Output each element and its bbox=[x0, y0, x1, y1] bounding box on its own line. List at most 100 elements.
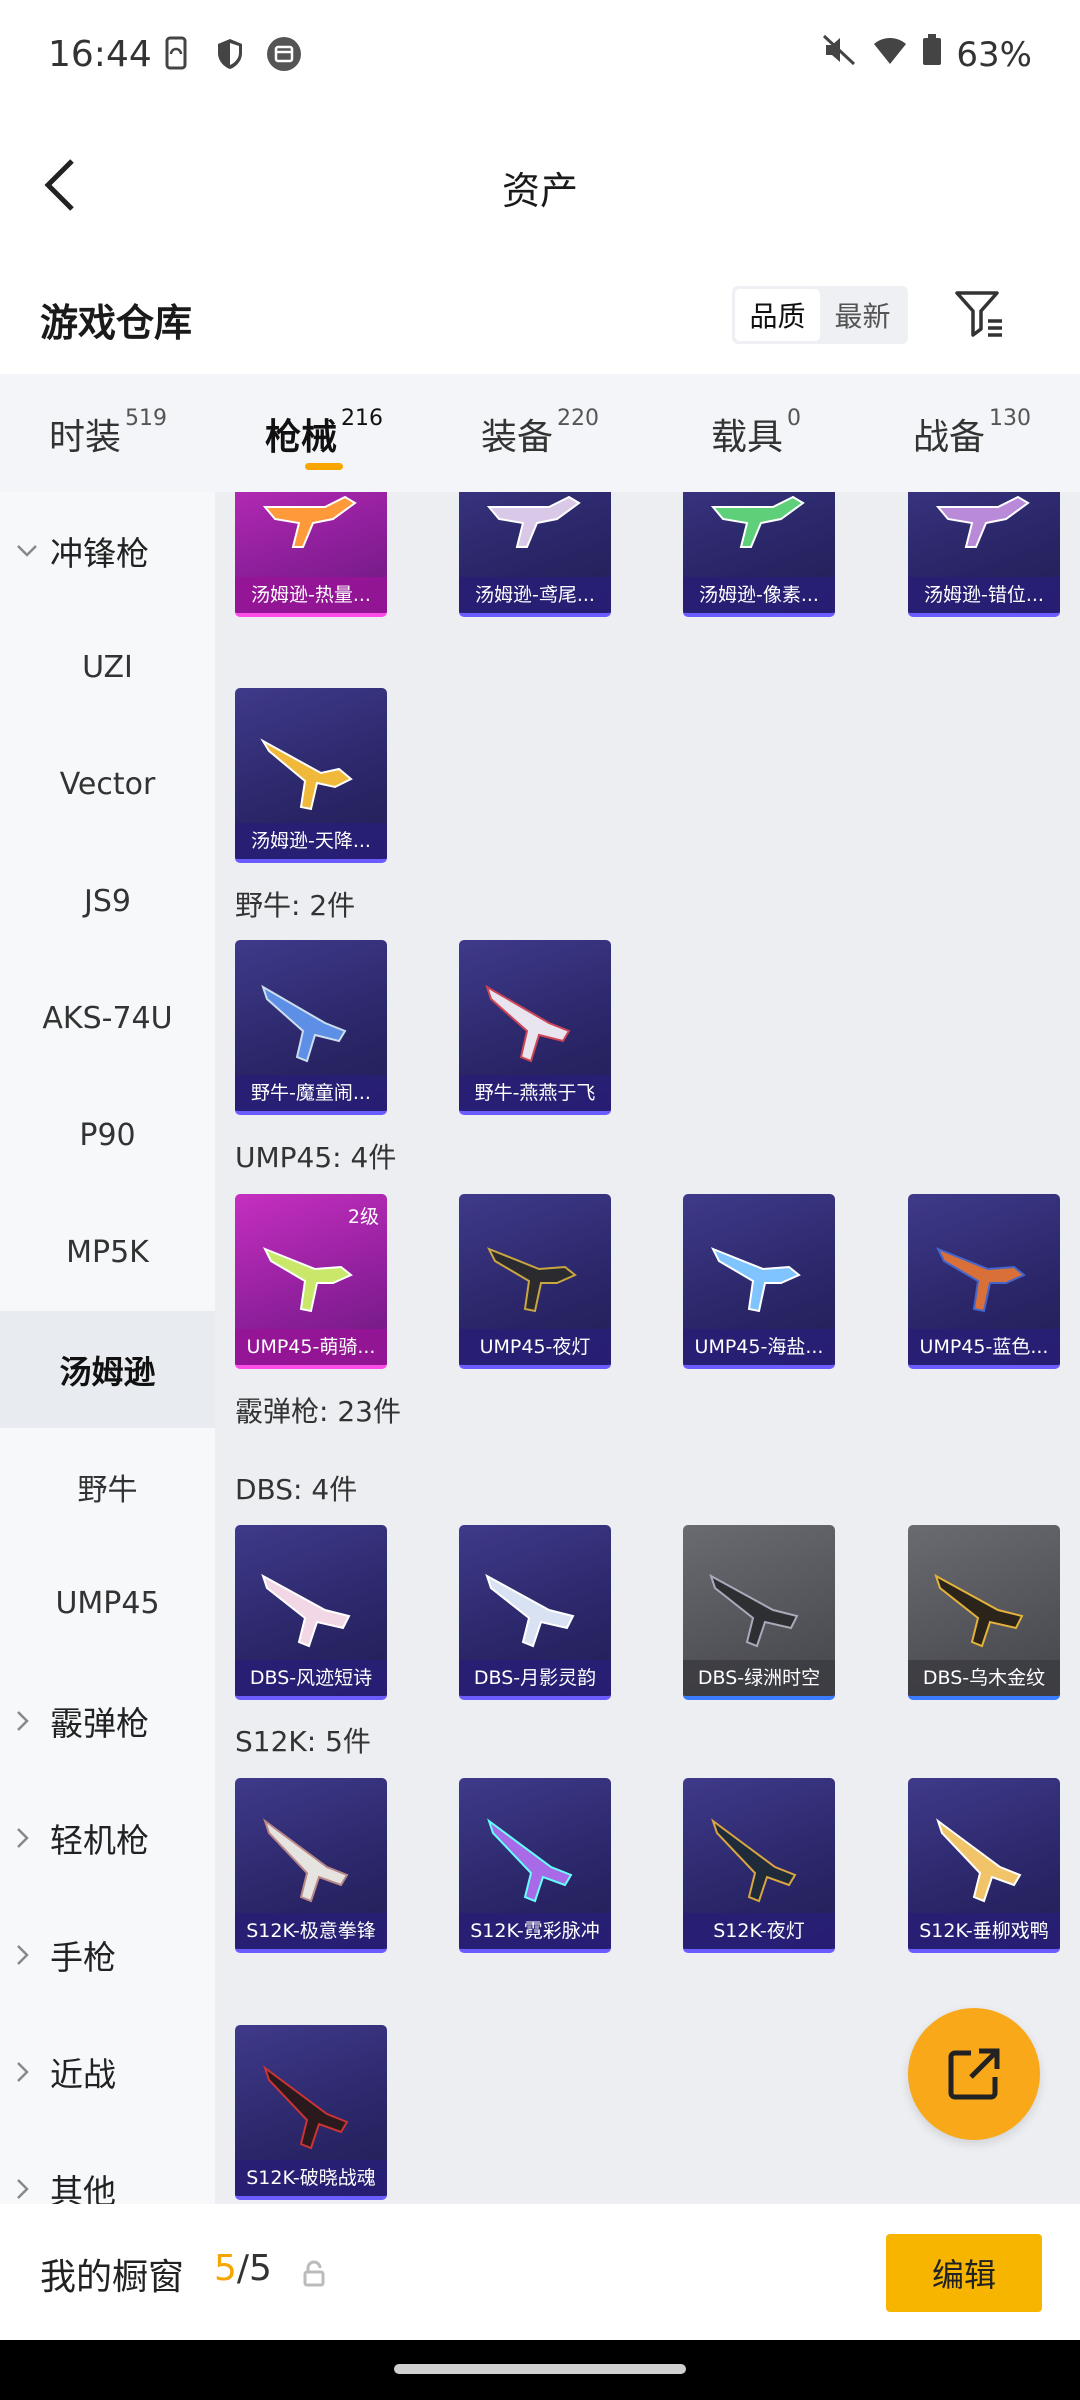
weapon-card[interactable]: DBS-绿洲时空 bbox=[683, 1525, 835, 1700]
sidebar-group-smg[interactable]: 冲锋枪 bbox=[0, 492, 215, 609]
weapon-card[interactable]: S12K-破晓战魂 bbox=[235, 2025, 387, 2200]
tab-count: 0 bbox=[787, 406, 801, 431]
external-link-icon bbox=[948, 2048, 1000, 2100]
chevron-right-icon bbox=[16, 2178, 46, 2200]
section-header-s12k: S12K: 5件 bbox=[235, 1725, 371, 1758]
sidebar-item-js9[interactable]: JS9 bbox=[0, 843, 215, 960]
weapon-skin-icon bbox=[486, 1247, 577, 1313]
sort-toggle: 品质 最新 bbox=[732, 286, 908, 344]
tab-equipment[interactable]: 装备 220 bbox=[432, 374, 648, 492]
tab-count: 216 bbox=[341, 406, 383, 431]
weapon-card[interactable]: 汤姆逊-错位... bbox=[908, 492, 1060, 617]
sort-latest-button[interactable]: 最新 bbox=[820, 289, 905, 341]
tab-count: 519 bbox=[125, 406, 167, 431]
weapon-card-label: UMP45-海盐... bbox=[683, 1329, 835, 1365]
wifi-icon bbox=[872, 35, 908, 75]
sidebar-item-label: 其他 bbox=[50, 2171, 116, 2205]
weapon-card[interactable]: 野牛-燕燕于飞 bbox=[459, 940, 611, 1115]
weapon-card[interactable]: 2级 UMP45-萌骑... bbox=[235, 1194, 387, 1369]
sidebar-item-uzi[interactable]: UZI bbox=[0, 609, 215, 726]
sidebar-item-thompson[interactable]: 汤姆逊 bbox=[0, 1311, 215, 1428]
sidebar-item-aks74u[interactable]: AKS-74U bbox=[0, 960, 215, 1077]
weapon-card-label: S12K-霓彩脉冲 bbox=[459, 1913, 611, 1949]
tab-label: 枪械 bbox=[264, 417, 337, 458]
status-bar: 16:44 63% bbox=[0, 0, 1080, 110]
sidebar-item-vector[interactable]: Vector bbox=[0, 726, 215, 843]
sort-quality-button[interactable]: 品质 bbox=[735, 289, 820, 341]
weapon-card-label: DBS-绿洲时空 bbox=[683, 1660, 835, 1696]
showcase-count-current: 5 bbox=[214, 2248, 237, 2289]
sidebar-item-bison[interactable]: 野牛 bbox=[0, 1428, 215, 1545]
section-header-shotgun: 霰弹枪: 23件 bbox=[235, 1395, 401, 1428]
category-tabs: 时装 519 枪械 216 装备 220 载具 0 战备 130 bbox=[0, 374, 1080, 492]
weapon-card[interactable]: UMP45-蓝色... bbox=[908, 1194, 1060, 1369]
weapon-card-label: S12K-极意拳锋 bbox=[235, 1913, 387, 1949]
showcase-bar: 我的橱窗 5/5 编辑 bbox=[0, 2204, 1080, 2340]
tab-count: 130 bbox=[989, 406, 1031, 431]
sidebar-item-label: 近战 bbox=[50, 2054, 116, 2094]
weapon-card[interactable]: UMP45-夜灯 bbox=[459, 1194, 611, 1369]
weapon-skin-icon bbox=[710, 1247, 801, 1313]
weapon-skin-icon bbox=[261, 984, 347, 1063]
weapon-card[interactable]: S12K-极意拳锋 bbox=[235, 1778, 387, 1953]
chevron-right-icon bbox=[16, 1710, 46, 1732]
system-nav-bar bbox=[0, 2340, 1080, 2400]
weapon-card-label: UMP45-夜灯 bbox=[459, 1329, 611, 1365]
status-icons bbox=[158, 36, 302, 72]
sidebar-group-melee[interactable]: 近战 bbox=[0, 2013, 215, 2130]
weapon-card[interactable]: DBS-风迹短诗 bbox=[235, 1525, 387, 1700]
weapon-card[interactable]: 野牛-魔童闹... bbox=[235, 940, 387, 1115]
sidebar-item-p90[interactable]: P90 bbox=[0, 1077, 215, 1194]
weapon-card-label: DBS-乌木金纹 bbox=[908, 1660, 1060, 1696]
chevron-right-icon bbox=[16, 1944, 46, 1966]
sidebar-group-other[interactable]: 其他 bbox=[0, 2130, 215, 2204]
phone-sync-icon bbox=[158, 36, 194, 72]
weapon-card-label: 汤姆逊-天降... bbox=[235, 823, 387, 859]
weapon-card[interactable]: S12K-霓彩脉冲 bbox=[459, 1778, 611, 1953]
weapon-skin-icon bbox=[935, 1247, 1026, 1313]
weapon-card[interactable]: 汤姆逊-像素... bbox=[683, 492, 835, 617]
mute-icon bbox=[822, 34, 858, 75]
tab-vehicles[interactable]: 载具 0 bbox=[648, 374, 864, 492]
weapon-skin-icon bbox=[263, 2065, 349, 2150]
weapon-card[interactable]: 汤姆逊-天降... bbox=[235, 688, 387, 863]
sidebar-group-shotgun[interactable]: 霰弹枪 bbox=[0, 1662, 215, 1779]
weapon-skin-icon bbox=[485, 1573, 575, 1648]
calendar-icon bbox=[266, 36, 302, 72]
sidebar-item-label: 冲锋枪 bbox=[50, 533, 149, 573]
showcase-title: 我的橱窗 bbox=[40, 2257, 185, 2298]
share-fab[interactable] bbox=[908, 2008, 1040, 2140]
sidebar-item-ump45[interactable]: UMP45 bbox=[0, 1545, 215, 1662]
home-gesture-handle[interactable] bbox=[394, 2364, 686, 2374]
tab-label: 装备 bbox=[480, 417, 553, 458]
edit-button[interactable]: 编辑 bbox=[886, 2234, 1042, 2312]
app-header: 资产 bbox=[0, 110, 1080, 260]
status-time: 16:44 bbox=[48, 34, 152, 75]
tab-fashion[interactable]: 时装 519 bbox=[0, 374, 216, 492]
weapon-card-label: DBS-风迹短诗 bbox=[235, 1660, 387, 1696]
weapon-card[interactable]: UMP45-海盐... bbox=[683, 1194, 835, 1369]
weapon-skin-icon bbox=[711, 1818, 797, 1903]
weapon-card[interactable]: S12K-垂柳戏鸭 bbox=[908, 1778, 1060, 1953]
sidebar-item-label: 轻机枪 bbox=[50, 1820, 149, 1860]
weapon-card[interactable]: 汤姆逊-鸢尾... bbox=[459, 492, 611, 617]
weapon-card[interactable]: 汤姆逊-热量... bbox=[235, 492, 387, 617]
weapon-skin-icon bbox=[485, 984, 571, 1063]
weapon-card-label: S12K-垂柳戏鸭 bbox=[908, 1913, 1060, 1949]
showcase-count-total: /5 bbox=[236, 2248, 272, 2289]
weapon-skin-icon bbox=[934, 1573, 1024, 1648]
tab-supplies[interactable]: 战备 130 bbox=[864, 374, 1080, 492]
sidebar-group-lmg[interactable]: 轻机枪 bbox=[0, 1779, 215, 1896]
sidebar-item-mp5k[interactable]: MP5K bbox=[0, 1194, 215, 1311]
sidebar-group-pistol[interactable]: 手枪 bbox=[0, 1896, 215, 2013]
filter-button[interactable] bbox=[950, 284, 1010, 344]
tab-firearms[interactable]: 枪械 216 bbox=[216, 374, 432, 492]
weapon-card[interactable]: S12K-夜灯 bbox=[683, 1778, 835, 1953]
weapon-card[interactable]: DBS-乌木金纹 bbox=[908, 1525, 1060, 1700]
weapon-skin-icon bbox=[261, 1573, 351, 1648]
weapon-card[interactable]: DBS-月影灵韵 bbox=[459, 1525, 611, 1700]
chevron-down-icon bbox=[16, 544, 46, 558]
status-right: 63% bbox=[822, 34, 1032, 75]
weapon-card-label: S12K-破晓战魂 bbox=[235, 2160, 387, 2196]
weapon-card-label: 野牛-魔童闹... bbox=[235, 1075, 387, 1111]
